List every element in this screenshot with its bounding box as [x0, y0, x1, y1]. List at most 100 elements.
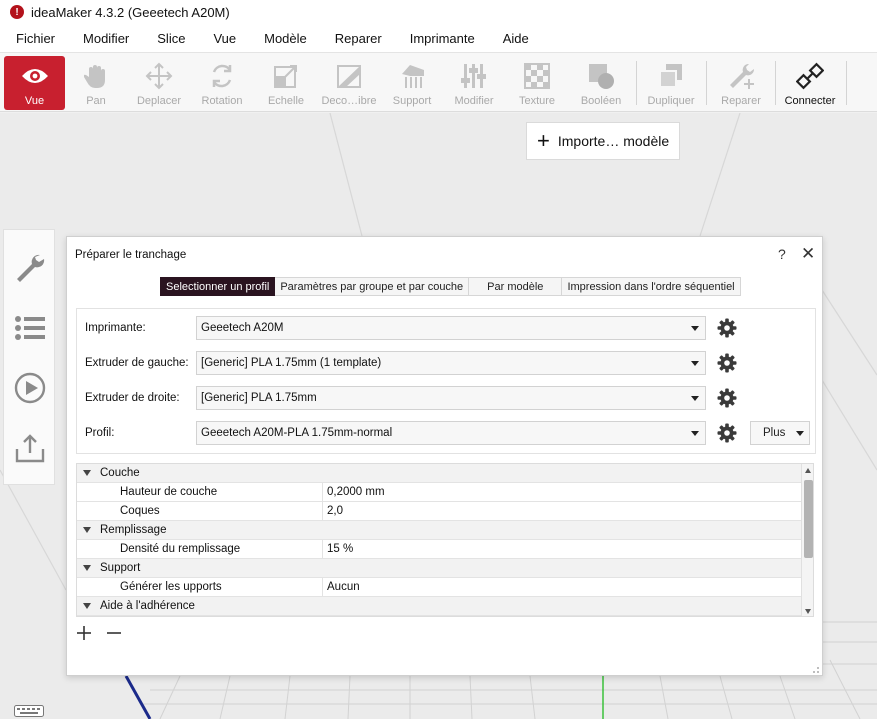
duplicate-tool-button[interactable]: Dupliquer — [645, 56, 697, 110]
hand-icon — [81, 61, 111, 91]
scroll-down-arrow-icon[interactable] — [805, 609, 811, 614]
resize-grip-icon[interactable] — [810, 663, 820, 673]
profile-value: Geeetech A20M-PLA 1.75mm-normal — [201, 427, 393, 439]
dialog-tabs: Selectionner un profil Paramètres par gr… — [160, 277, 741, 296]
play-slice-icon[interactable] — [12, 370, 48, 406]
sliders-icon — [459, 61, 489, 91]
repair-tool-button[interactable]: Reparer — [716, 56, 766, 110]
tab-group-layer-settings[interactable]: Paramètres par groupe et par couche — [275, 277, 470, 296]
left-extruder-gear-icon[interactable] — [716, 352, 738, 374]
profile-select[interactable]: Geeetech A20M-PLA 1.75mm-normal — [196, 421, 706, 445]
more-options-button[interactable]: Plus — [750, 421, 810, 445]
profile-selection-box: Imprimante: Geeetech A20M Extruder de ga… — [76, 308, 816, 454]
menu-modifier[interactable]: Modifier — [73, 31, 139, 46]
ideamaker-logo-icon: ! — [10, 5, 24, 19]
plus-icon: + — [537, 128, 550, 153]
menu-fichier[interactable]: Fichier — [6, 31, 65, 46]
dropdown-arrow-icon — [796, 431, 804, 436]
profile-gear-icon[interactable] — [716, 422, 738, 444]
scroll-up-arrow-icon[interactable] — [805, 468, 811, 473]
close-button[interactable]: ✕ — [801, 244, 815, 264]
modifier-tool-button[interactable]: Modifier — [450, 56, 498, 110]
wrench-icon[interactable] — [12, 250, 48, 286]
cut-tool-button[interactable]: Deco…ibre — [320, 56, 378, 110]
toolbar: Vue Pan Deplacer Rotation Echelle Deco…i… — [0, 52, 877, 112]
tree-row[interactable]: Générer les upports Aucun — [77, 578, 801, 597]
tree-scrollbar[interactable] — [801, 464, 813, 616]
side-panel — [3, 229, 55, 485]
window-title: ideaMaker 4.3.2 (Geeetech A20M) — [31, 4, 230, 20]
texture-icon — [522, 61, 552, 91]
toolbar-separator — [846, 61, 847, 105]
toolbar-separator — [636, 61, 637, 105]
move-tool-button[interactable]: Deplacer — [134, 56, 184, 110]
duplicate-icon — [656, 61, 686, 91]
menu-vue[interactable]: Vue — [203, 31, 246, 46]
scale-tool-button[interactable]: Echelle — [264, 56, 308, 110]
move-icon — [144, 61, 174, 91]
scrollbar-thumb[interactable] — [804, 480, 813, 558]
expand-caret-icon[interactable] — [83, 603, 91, 609]
printer-gear-icon[interactable] — [716, 317, 738, 339]
right-extruder-select[interactable]: [Generic] PLA 1.75mm — [196, 386, 706, 410]
right-extruder-gear-icon[interactable] — [716, 387, 738, 409]
expand-caret-icon[interactable] — [83, 527, 91, 533]
eye-icon — [20, 61, 50, 91]
menu-bar: Fichier Modifier Slice Vue Modèle Repare… — [0, 24, 877, 52]
tab-select-profile[interactable]: Selectionner un profil — [160, 277, 276, 296]
connect-icon — [795, 61, 825, 91]
list-icon[interactable] — [12, 310, 48, 346]
add-setting-plus-icon[interactable] — [76, 625, 92, 641]
dropdown-arrow-icon — [691, 326, 699, 331]
vue-tool-button[interactable]: Vue — [4, 56, 65, 110]
title-bar: ! ideaMaker 4.3.2 (Geeetech A20M) — [0, 0, 877, 24]
support-tool-button[interactable]: Support — [388, 56, 436, 110]
menu-aide[interactable]: Aide — [493, 31, 539, 46]
boolean-tool-button[interactable]: Booléen — [576, 56, 626, 110]
menu-imprimante[interactable]: Imprimante — [400, 31, 485, 46]
tree-group-remplissage[interactable]: Remplissage — [77, 521, 801, 540]
remove-setting-minus-icon[interactable] — [106, 625, 122, 641]
tab-per-model[interactable]: Par modèle — [469, 277, 563, 296]
tree-row[interactable]: Coques 2,0 — [77, 502, 801, 521]
scale-icon — [271, 61, 301, 91]
rotate-icon — [207, 61, 237, 91]
rotation-tool-button[interactable]: Rotation — [198, 56, 246, 110]
pan-tool-button[interactable]: Pan — [74, 56, 118, 110]
import-model-label: Importe… modèle — [557, 133, 670, 149]
settings-tree: Couche Hauteur de couche 0,2000 mm Coque… — [76, 463, 814, 617]
tree-row[interactable]: Densité du remplissage 15 % — [77, 540, 801, 559]
left-extruder-label: Extruder de gauche: — [85, 357, 189, 369]
export-icon[interactable] — [12, 430, 48, 466]
printer-label: Imprimante: — [85, 322, 146, 334]
printer-row: Imprimante: Geeetech A20M — [77, 316, 817, 342]
dropdown-arrow-icon — [691, 431, 699, 436]
profile-row: Profil: Geeetech A20M-PLA 1.75mm-normal … — [77, 421, 817, 447]
expand-caret-icon[interactable] — [83, 565, 91, 571]
texture-tool-button[interactable]: Texture — [513, 56, 561, 110]
support-icon — [397, 61, 427, 91]
tree-group-adherence[interactable]: Aide à l'adhérence — [77, 597, 801, 616]
help-button[interactable]: ? — [778, 246, 786, 262]
import-model-button[interactable]: + Importe… modèle — [526, 122, 680, 160]
tree-group-support[interactable]: Support — [77, 559, 801, 578]
menu-modele[interactable]: Modèle — [254, 31, 317, 46]
menu-reparer[interactable]: Reparer — [325, 31, 392, 46]
cut-icon — [334, 61, 364, 91]
left-extruder-row: Extruder de gauche: [Generic] PLA 1.75mm… — [77, 351, 817, 377]
connect-tool-button[interactable]: Connecter — [782, 56, 838, 110]
tab-sequential-printing[interactable]: Impression dans l'ordre séquentiel — [562, 277, 741, 296]
menu-slice[interactable]: Slice — [147, 31, 195, 46]
dropdown-arrow-icon — [691, 396, 699, 401]
printer-select[interactable]: Geeetech A20M — [196, 316, 706, 340]
expand-caret-icon[interactable] — [83, 470, 91, 476]
more-options-label: Plus — [763, 427, 786, 439]
tree-group-couche[interactable]: Couche — [77, 464, 801, 483]
tree-row[interactable]: Hauteur de couche 0,2000 mm — [77, 483, 801, 502]
right-extruder-label: Extruder de droite: — [85, 392, 180, 404]
left-extruder-select[interactable]: [Generic] PLA 1.75mm (1 template) — [196, 351, 706, 375]
right-extruder-value: [Generic] PLA 1.75mm — [201, 392, 317, 404]
keyboard-icon[interactable] — [14, 705, 44, 717]
toolbar-separator — [706, 61, 707, 105]
wrench-plus-icon — [726, 61, 756, 91]
